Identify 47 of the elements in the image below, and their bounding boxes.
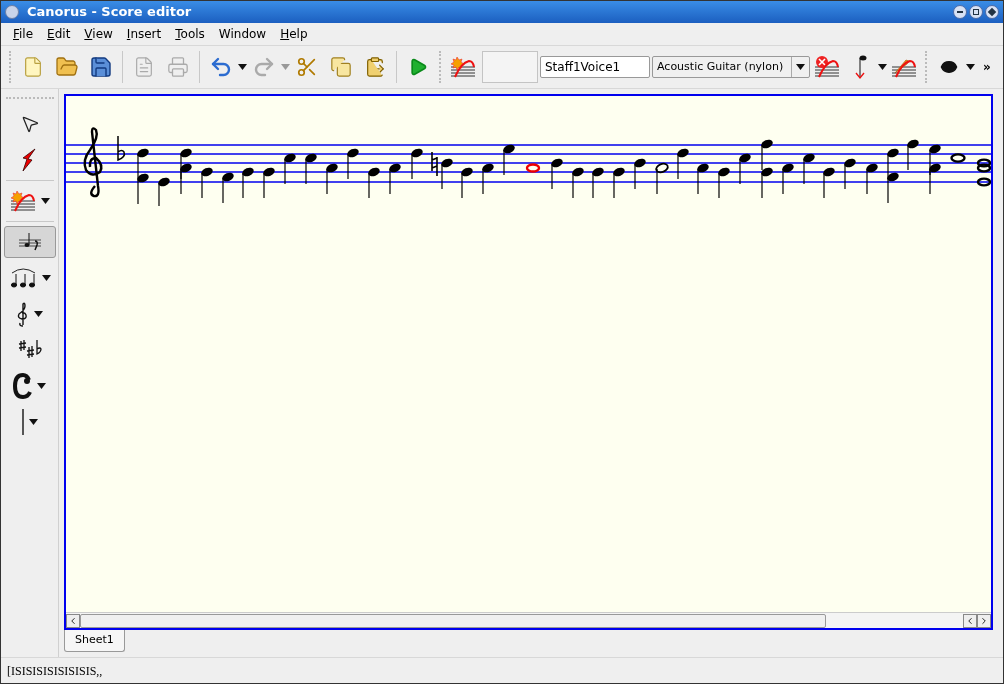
menu-item[interactable]: Help xyxy=(274,25,314,43)
scroll-left-icon xyxy=(963,613,977,628)
menu-item[interactable]: Window xyxy=(212,25,273,43)
dropdown-caret-icon[interactable] xyxy=(238,64,247,70)
dropdown-caret-icon[interactable] xyxy=(42,275,51,281)
note-stem-arrow-icon xyxy=(853,54,869,80)
dropdown-caret-icon[interactable] xyxy=(29,419,38,425)
menu-item[interactable]: Edit xyxy=(41,25,77,43)
common-time-icon xyxy=(13,373,33,399)
menu-item[interactable]: Insert xyxy=(120,25,168,43)
maximize-icon[interactable] xyxy=(969,5,983,19)
dropdown-caret-icon[interactable] xyxy=(796,64,805,70)
tool-button[interactable] xyxy=(3,226,56,258)
scroll-left-icon xyxy=(66,613,80,628)
scissors-icon[interactable] xyxy=(296,56,318,78)
dropdown-caret-icon[interactable] xyxy=(878,64,887,70)
menu-item[interactable]: Tools xyxy=(169,25,211,43)
dropdown-caret-icon[interactable] xyxy=(41,198,50,204)
app-icon xyxy=(5,5,19,19)
clipboard-icon[interactable] xyxy=(364,56,386,78)
dropdown-caret-icon[interactable] xyxy=(34,311,43,317)
sharp-flat-icon xyxy=(17,339,42,361)
staff-notes-icon xyxy=(17,232,42,252)
dropdown-caret-icon[interactable] xyxy=(966,64,975,70)
scrollbar-thumb[interactable] xyxy=(80,613,826,628)
file-icon[interactable] xyxy=(22,56,44,78)
toolbar-overflow[interactable]: » xyxy=(983,58,991,76)
empty-field[interactable] xyxy=(482,51,538,83)
menu-item[interactable]: View xyxy=(78,25,119,43)
instrument-dropdown[interactable]: Acoustic Guitar (nylon) xyxy=(652,56,810,78)
dropdown-caret-icon[interactable] xyxy=(37,383,46,389)
slurred-notes-icon xyxy=(8,267,38,289)
copy-icon[interactable] xyxy=(330,56,352,78)
staff-star-icon[interactable] xyxy=(9,189,37,213)
horizontal-scrollbar[interactable] xyxy=(66,612,991,628)
sheet-tab[interactable]: Sheet1 xyxy=(64,630,125,652)
barline-icon xyxy=(21,409,25,435)
play-icon[interactable] xyxy=(408,57,428,77)
treble-clef-icon xyxy=(16,301,30,327)
status-text: [ISISISISISISISIS,, xyxy=(7,662,103,680)
close-icon[interactable] xyxy=(985,5,999,19)
window-title: Canorus - Score editor xyxy=(27,3,192,22)
voice-name-field[interactable]: Staff1Voice1 xyxy=(540,56,650,78)
minimize-icon[interactable] xyxy=(953,5,967,19)
scroll-right-icon xyxy=(977,613,991,628)
menu-item[interactable]: File xyxy=(7,25,40,43)
score-canvas[interactable] xyxy=(64,94,993,630)
